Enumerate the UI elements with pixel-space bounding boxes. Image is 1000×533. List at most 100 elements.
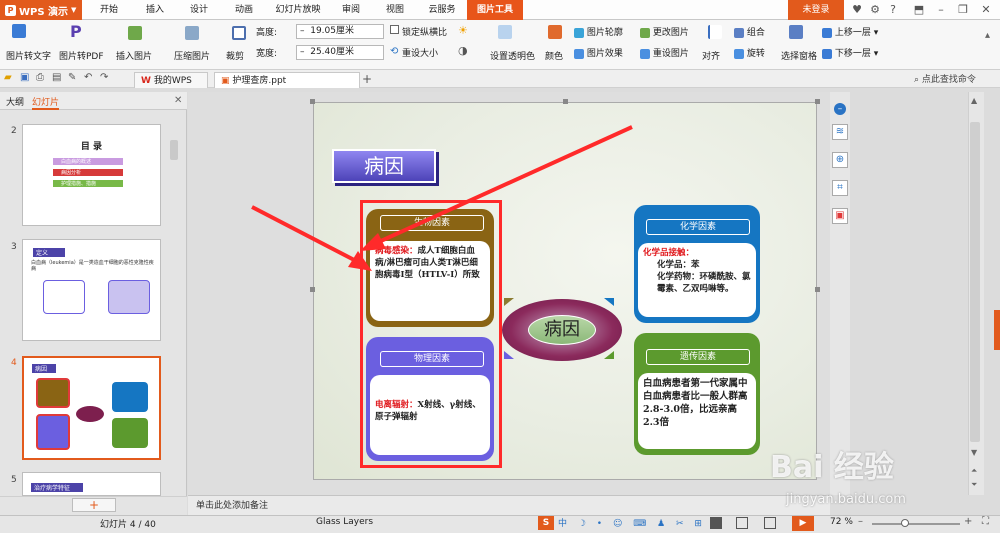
tab-insert[interactable]: 插入 [138,0,172,20]
pic-to-text-button[interactable]: 图片转文字 [6,49,51,62]
slide-thumbnail-3[interactable]: 定义 白血病（leukemia）是一类造血干细胞的恶性克隆性疾病 [22,239,161,341]
brightness-icon[interactable]: ☀ [458,24,468,37]
tab-view[interactable]: 视图 [378,0,412,20]
tab-design[interactable]: 设计 [182,0,216,20]
gene-body: 白血病患者第一代家属中白血病患者比一般人群高2.8-3.0倍，比远亲高2.3倍 [638,373,756,449]
side-panel-toggle[interactable] [994,310,1000,350]
height-input[interactable]: – 19.05厘米 [296,24,384,39]
scroll-thumb[interactable] [970,122,980,442]
resize-handle[interactable] [815,287,820,292]
slide-thumbnail-2[interactable]: 目 录 白血病的概述 病因分析 护理措施、措施 [22,124,161,226]
zoom-in-icon[interactable]: + [964,516,972,527]
tab-start[interactable]: 开始 [92,0,126,20]
sorter-view-icon[interactable] [736,517,748,529]
contrast-icon[interactable]: ◑ [458,44,468,57]
login-button[interactable]: 未登录 [788,0,844,20]
tab-picture-tools[interactable]: 图片工具 [467,0,523,20]
tab-cloud[interactable]: 云服务 [422,0,462,20]
undo-icon[interactable]: ↶ [84,72,92,83]
bring-forward-button[interactable]: 上移一层 ▾ [822,25,878,38]
play-slideshow-icon[interactable]: ▶ [792,516,814,531]
compress-button[interactable]: 压缩图片 [174,49,210,62]
settings-icon[interactable]: ⚙ [868,3,882,17]
width-value: 25.40厘米 [310,47,354,57]
picture-outline-button[interactable]: 图片轮廓 [574,25,623,38]
close-panel-icon[interactable]: ✕ [174,95,182,106]
notes-field[interactable]: 单击此处添加备注 [188,495,830,515]
crop-tool-icon[interactable]: ⌗ [832,180,848,196]
reset-size-button[interactable]: 重设大小 [402,46,438,59]
send-backward-button[interactable]: 下移一层 ▾ [822,46,878,59]
doc-tab-mywps[interactable]: W 我的WPS × [134,72,208,102]
pin-icon[interactable]: ⬒ [912,3,926,17]
layers-icon[interactable]: ≋ [832,124,848,140]
thumb-shape [107,280,150,314]
search-command-label: 点此查找命令 [921,75,976,85]
arrow-icon [348,251,372,271]
tab-slides[interactable]: 幻灯片 [32,95,60,110]
tab-review[interactable]: 审阅 [334,0,368,20]
sogou-ime-icon[interactable]: S [538,516,554,530]
tab-outline[interactable]: 大纲 [6,95,24,108]
zoom-icon[interactable]: ⊕ [832,152,848,168]
prev-slide-icon[interactable]: ⏶ [971,466,977,476]
crop-button[interactable]: 裁剪 [226,49,244,62]
align-button[interactable]: 对齐 [702,49,720,62]
reset-picture-button[interactable]: 重设图片 [640,46,689,59]
chem-title: 化学因素 [646,219,750,235]
lock-ratio-checkbox[interactable] [390,25,399,34]
insert-picture-button[interactable]: 插入图片 [116,49,152,62]
change-picture-button[interactable]: 更改图片 [640,25,689,38]
zoom-out-icon[interactable]: – [858,516,863,527]
panel-scroll-thumb[interactable] [170,140,178,160]
reading-view-icon[interactable] [764,517,776,529]
doc-tab-ppt[interactable]: ▣ 护理查房.ppt [214,72,360,88]
app-menu-button[interactable]: P WPS 演示 ▼ [0,0,82,20]
open-icon[interactable]: ▰ [4,72,12,83]
picture-effect-button[interactable]: 图片效果 [574,46,623,59]
minimize-icon[interactable]: – [934,3,948,17]
normal-view-icon[interactable] [710,517,722,529]
panel-tabs [0,92,187,110]
ime-toolbar[interactable]: 中 ☽ • ☺ ⌨ ♟ ✂ ⊞ [558,516,706,529]
color-button[interactable]: 颜色 [545,49,563,62]
slide-thumbnail-5[interactable]: 治疗病学特征 [22,472,161,496]
scroll-up-icon[interactable]: ▲ [971,96,977,105]
width-input[interactable]: – 25.40厘米 [296,45,384,60]
help-icon[interactable]: ? [886,3,900,17]
height-value: 19.05厘米 [310,26,354,36]
add-slide-button[interactable]: + [72,498,116,512]
group-button[interactable]: 组合 [734,25,765,38]
fit-window-icon[interactable]: ⛶ [982,516,989,527]
set-transparent-icon [498,25,512,39]
set-transparent-button[interactable]: 设置透明色 [490,49,535,62]
skin-icon[interactable]: ♥ [850,3,864,17]
new-tab-icon[interactable]: + [362,72,372,86]
rotate-button[interactable]: 旋转 [734,46,765,59]
resize-handle[interactable] [310,287,315,292]
print-icon[interactable]: ⎙ [36,72,44,83]
preview-icon[interactable]: ▤ [52,72,61,83]
picture-tool-icon[interactable]: ▣ [832,208,848,224]
resize-handle[interactable] [563,99,568,104]
collapse-ribbon-icon[interactable]: ▴ [985,30,990,41]
zoom-slider[interactable] [872,523,960,525]
tab-slideshow[interactable]: 幻灯片放映 [270,0,326,20]
minus-icon[interactable]: – [834,103,846,115]
selection-pane-button[interactable]: 选择窗格 [781,49,817,62]
tab-animation[interactable]: 动画 [227,0,261,20]
scroll-down-icon[interactable]: ▼ [971,448,977,457]
save-icon[interactable]: ▣ [20,72,29,83]
search-command[interactable]: ⌕ 点此查找命令 [914,72,976,85]
pic-to-pdf-button[interactable]: 图片转PDF [59,49,104,62]
slide-thumbnail-4[interactable]: 病因 [22,356,161,460]
resize-handle[interactable] [310,99,315,104]
next-slide-icon[interactable]: ⏷ [971,480,977,490]
thumb-shape [36,414,70,450]
restore-icon[interactable]: ❐ [956,3,970,17]
redo-icon[interactable]: ↷ [100,72,108,83]
resize-handle[interactable] [815,99,820,104]
zoom-slider-thumb[interactable] [901,519,909,527]
close-icon[interactable]: ✕ [979,3,993,17]
format-painter-icon[interactable]: ✎ [68,72,76,83]
